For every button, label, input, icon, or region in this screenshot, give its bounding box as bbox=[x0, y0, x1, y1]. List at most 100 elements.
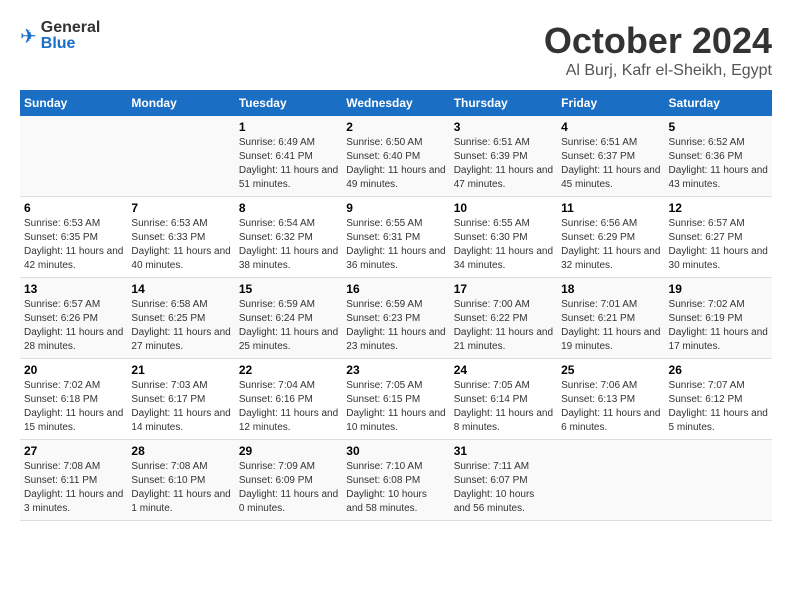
day-number: 25 bbox=[561, 363, 660, 377]
weekday-header: Tuesday bbox=[235, 90, 342, 116]
day-number: 5 bbox=[669, 120, 768, 134]
logo-general: General bbox=[41, 20, 101, 36]
day-number: 16 bbox=[346, 282, 445, 296]
day-number: 2 bbox=[346, 120, 445, 134]
day-info: Sunrise: 6:52 AMSunset: 6:36 PMDaylight:… bbox=[669, 136, 768, 192]
day-info: Sunrise: 6:58 AMSunset: 6:25 PMDaylight:… bbox=[131, 298, 230, 354]
day-number: 7 bbox=[131, 201, 230, 215]
day-info: Sunrise: 7:02 AMSunset: 6:19 PMDaylight:… bbox=[669, 298, 768, 354]
day-info: Sunrise: 6:56 AMSunset: 6:29 PMDaylight:… bbox=[561, 217, 660, 273]
calendar-day-cell: 4 Sunrise: 6:51 AMSunset: 6:37 PMDaylight… bbox=[557, 116, 664, 197]
weekday-header: Saturday bbox=[665, 90, 772, 116]
calendar-day-cell: 26 Sunrise: 7:07 AMSunset: 6:12 PMDayligh… bbox=[665, 359, 772, 440]
day-info: Sunrise: 7:05 AMSunset: 6:14 PMDaylight:… bbox=[454, 379, 553, 435]
day-number: 4 bbox=[561, 120, 660, 134]
day-info: Sunrise: 6:59 AMSunset: 6:23 PMDaylight:… bbox=[346, 298, 445, 354]
day-info: Sunrise: 7:11 AMSunset: 6:07 PMDaylight:… bbox=[454, 460, 553, 516]
calendar-day-cell: 11 Sunrise: 6:56 AMSunset: 6:29 PMDayligh… bbox=[557, 197, 664, 278]
day-info: Sunrise: 7:05 AMSunset: 6:15 PMDaylight:… bbox=[346, 379, 445, 435]
day-info: Sunrise: 7:01 AMSunset: 6:21 PMDaylight:… bbox=[561, 298, 660, 354]
month-title: October 2024 bbox=[544, 20, 772, 62]
day-number: 24 bbox=[454, 363, 553, 377]
calendar-day-cell bbox=[557, 440, 664, 521]
calendar-day-cell: 10Sunrise: 6:55 AMSunset: 6:30 PMDayligh… bbox=[450, 197, 557, 278]
calendar-week-row: 1 Sunrise: 6:49 AMSunset: 6:41 PMDaylight… bbox=[20, 116, 772, 197]
day-info: Sunrise: 6:51 AMSunset: 6:37 PMDaylight:… bbox=[561, 136, 660, 192]
calendar-week-row: 13Sunrise: 6:57 AMSunset: 6:26 PMDayligh… bbox=[20, 278, 772, 359]
calendar-day-cell: 28 Sunrise: 7:08 AMSunset: 6:10 PMDayligh… bbox=[127, 440, 234, 521]
day-number: 19 bbox=[669, 282, 768, 296]
day-info: Sunrise: 6:53 AMSunset: 6:33 PMDaylight:… bbox=[131, 217, 230, 273]
calendar-day-cell: 20 Sunrise: 7:02 AMSunset: 6:18 PMDayligh… bbox=[20, 359, 127, 440]
day-info: Sunrise: 6:54 AMSunset: 6:32 PMDaylight:… bbox=[239, 217, 338, 273]
calendar-day-cell: 23 Sunrise: 7:05 AMSunset: 6:15 PMDayligh… bbox=[342, 359, 449, 440]
day-info: Sunrise: 7:03 AMSunset: 6:17 PMDaylight:… bbox=[131, 379, 230, 435]
calendar-day-cell: 19 Sunrise: 7:02 AMSunset: 6:19 PMDayligh… bbox=[665, 278, 772, 359]
day-info: Sunrise: 6:59 AMSunset: 6:24 PMDaylight:… bbox=[239, 298, 338, 354]
day-number: 14 bbox=[131, 282, 230, 296]
weekday-header: Friday bbox=[557, 90, 664, 116]
calendar-day-cell: 5 Sunrise: 6:52 AMSunset: 6:36 PMDaylight… bbox=[665, 116, 772, 197]
day-number: 12 bbox=[669, 201, 768, 215]
day-info: Sunrise: 6:55 AMSunset: 6:30 PMDaylight:… bbox=[454, 217, 553, 273]
calendar-day-cell: 7 Sunrise: 6:53 AMSunset: 6:33 PMDaylight… bbox=[127, 197, 234, 278]
calendar-day-cell: 13Sunrise: 6:57 AMSunset: 6:26 PMDayligh… bbox=[20, 278, 127, 359]
calendar-day-cell bbox=[665, 440, 772, 521]
weekday-header: Sunday bbox=[20, 90, 127, 116]
calendar-day-cell: 18 Sunrise: 7:01 AMSunset: 6:21 PMDayligh… bbox=[557, 278, 664, 359]
calendar-day-cell: 3Sunrise: 6:51 AMSunset: 6:39 PMDaylight… bbox=[450, 116, 557, 197]
weekday-header: Wednesday bbox=[342, 90, 449, 116]
day-number: 8 bbox=[239, 201, 338, 215]
day-number: 29 bbox=[239, 444, 338, 458]
calendar-day-cell: 2Sunrise: 6:50 AMSunset: 6:40 PMDaylight… bbox=[342, 116, 449, 197]
day-number: 31 bbox=[454, 444, 553, 458]
day-number: 23 bbox=[346, 363, 445, 377]
calendar-week-row: 6Sunrise: 6:53 AMSunset: 6:35 PMDaylight… bbox=[20, 197, 772, 278]
calendar-day-cell: 15 Sunrise: 6:59 AMSunset: 6:24 PMDayligh… bbox=[235, 278, 342, 359]
day-info: Sunrise: 7:02 AMSunset: 6:18 PMDaylight:… bbox=[24, 379, 123, 435]
calendar-day-cell: 16 Sunrise: 6:59 AMSunset: 6:23 PMDayligh… bbox=[342, 278, 449, 359]
calendar-day-cell: 14 Sunrise: 6:58 AMSunset: 6:25 PMDayligh… bbox=[127, 278, 234, 359]
location-title: Al Burj, Kafr el-Sheikh, Egypt bbox=[544, 62, 772, 80]
bird-icon: ✈ bbox=[20, 24, 37, 49]
day-number: 18 bbox=[561, 282, 660, 296]
day-number: 11 bbox=[561, 201, 660, 215]
day-number: 26 bbox=[669, 363, 768, 377]
calendar-day-cell: 25 Sunrise: 7:06 AMSunset: 6:13 PMDayligh… bbox=[557, 359, 664, 440]
day-info: Sunrise: 6:53 AMSunset: 6:35 PMDaylight:… bbox=[24, 217, 123, 273]
calendar-header: SundayMondayTuesdayWednesdayThursdayFrid… bbox=[20, 90, 772, 116]
calendar-day-cell: 27Sunrise: 7:08 AMSunset: 6:11 PMDayligh… bbox=[20, 440, 127, 521]
calendar-day-cell: 22Sunrise: 7:04 AMSunset: 6:16 PMDayligh… bbox=[235, 359, 342, 440]
logo-blue: Blue bbox=[41, 36, 101, 52]
calendar-week-row: 27Sunrise: 7:08 AMSunset: 6:11 PMDayligh… bbox=[20, 440, 772, 521]
calendar-day-cell: 31 Sunrise: 7:11 AMSunset: 6:07 PMDayligh… bbox=[450, 440, 557, 521]
calendar-day-cell: 21 Sunrise: 7:03 AMSunset: 6:17 PMDayligh… bbox=[127, 359, 234, 440]
calendar-day-cell: 8 Sunrise: 6:54 AMSunset: 6:32 PMDaylight… bbox=[235, 197, 342, 278]
day-info: Sunrise: 6:49 AMSunset: 6:41 PMDaylight:… bbox=[239, 136, 338, 192]
day-number: 30 bbox=[346, 444, 445, 458]
day-number: 27 bbox=[24, 444, 123, 458]
title-section: October 2024 Al Burj, Kafr el-Sheikh, Eg… bbox=[544, 20, 772, 80]
calendar-day-cell: 9Sunrise: 6:55 AMSunset: 6:31 PMDaylight… bbox=[342, 197, 449, 278]
calendar-week-row: 20 Sunrise: 7:02 AMSunset: 6:18 PMDayligh… bbox=[20, 359, 772, 440]
calendar-table: SundayMondayTuesdayWednesdayThursdayFrid… bbox=[20, 90, 772, 521]
weekday-row: SundayMondayTuesdayWednesdayThursdayFrid… bbox=[20, 90, 772, 116]
day-number: 22 bbox=[239, 363, 338, 377]
day-info: Sunrise: 7:06 AMSunset: 6:13 PMDaylight:… bbox=[561, 379, 660, 435]
day-number: 1 bbox=[239, 120, 338, 134]
logo: ✈ General Blue bbox=[20, 20, 100, 52]
day-info: Sunrise: 6:57 AMSunset: 6:27 PMDaylight:… bbox=[669, 217, 768, 273]
calendar-day-cell bbox=[20, 116, 127, 197]
day-number: 17 bbox=[454, 282, 553, 296]
day-info: Sunrise: 7:10 AMSunset: 6:08 PMDaylight:… bbox=[346, 460, 445, 516]
calendar-body: 1 Sunrise: 6:49 AMSunset: 6:41 PMDaylight… bbox=[20, 116, 772, 521]
day-info: Sunrise: 7:08 AMSunset: 6:10 PMDaylight:… bbox=[131, 460, 230, 516]
day-number: 21 bbox=[131, 363, 230, 377]
day-info: Sunrise: 7:00 AMSunset: 6:22 PMDaylight:… bbox=[454, 298, 553, 354]
day-info: Sunrise: 7:07 AMSunset: 6:12 PMDaylight:… bbox=[669, 379, 768, 435]
day-number: 28 bbox=[131, 444, 230, 458]
weekday-header: Monday bbox=[127, 90, 234, 116]
day-number: 15 bbox=[239, 282, 338, 296]
calendar-day-cell bbox=[127, 116, 234, 197]
day-number: 20 bbox=[24, 363, 123, 377]
